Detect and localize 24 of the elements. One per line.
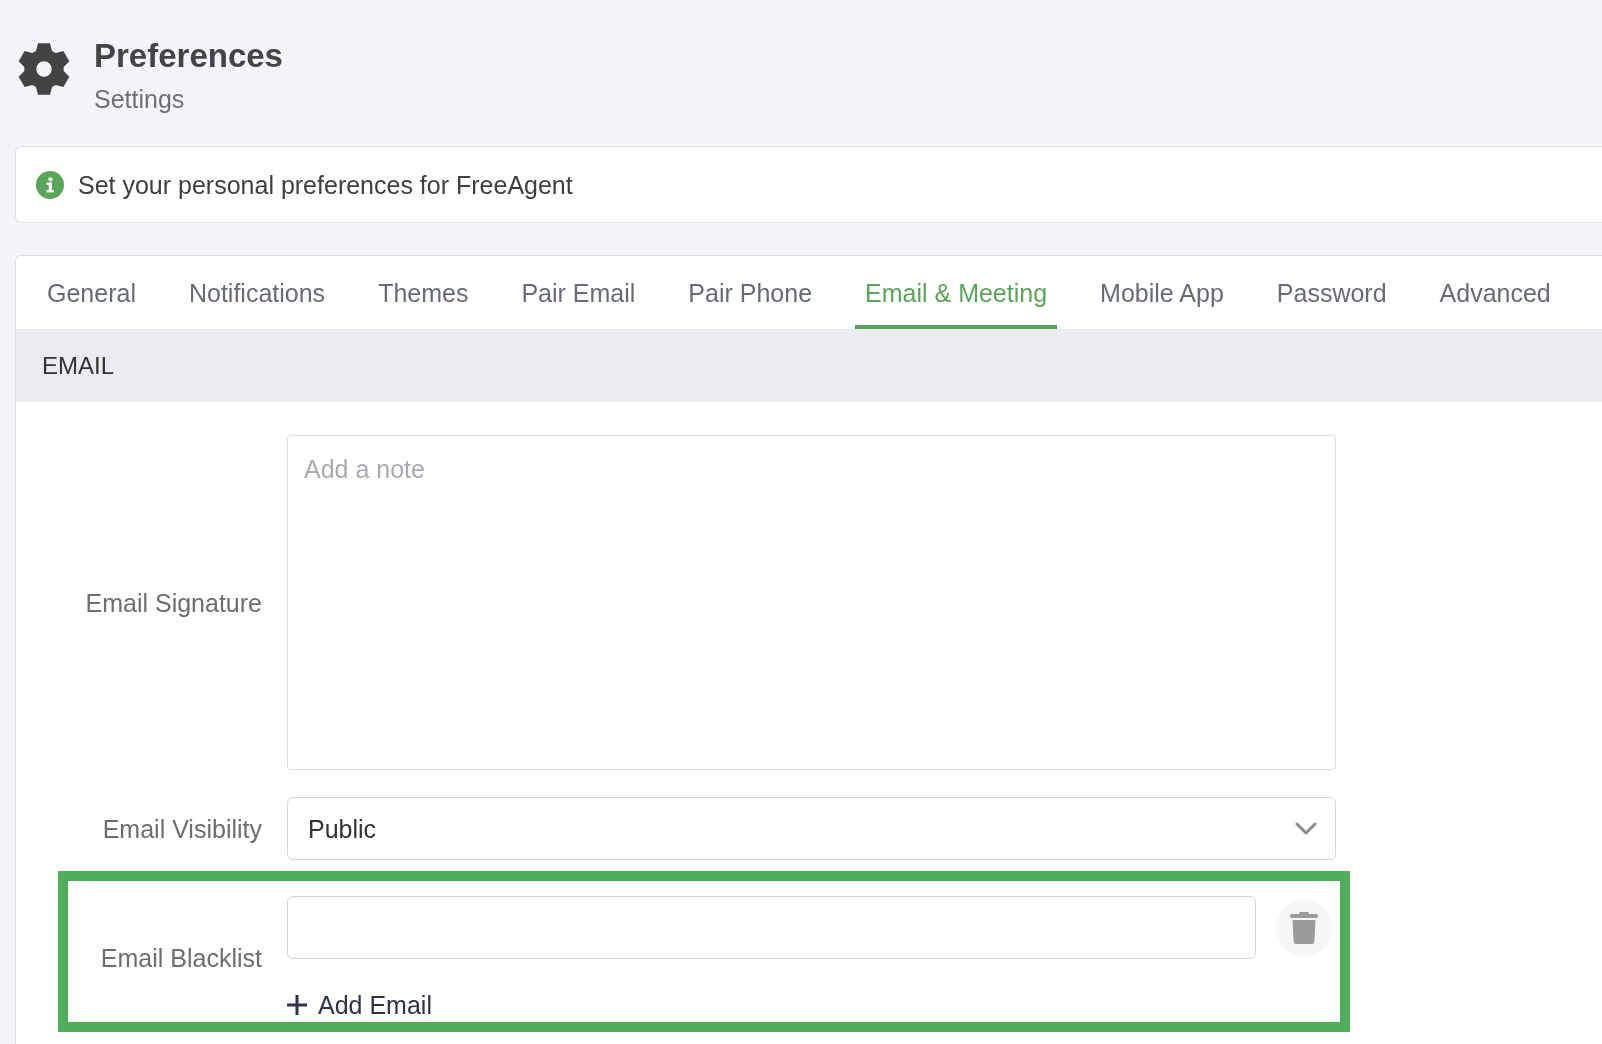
field-label: Email Blacklist (99, 943, 262, 973)
info-icon (36, 170, 64, 199)
email-input[interactable] (287, 896, 1256, 959)
email-signature-field[interactable]: Add a note (287, 435, 1336, 770)
tab[interactable]: Advanced (1429, 256, 1561, 329)
page-title: Preferences (94, 36, 283, 76)
tab[interactable]: Pair Email (511, 256, 646, 329)
tab[interactable]: Notifications (178, 256, 336, 329)
plus-icon (287, 995, 307, 1015)
tab[interactable]: Mobile App (1090, 256, 1234, 329)
tab[interactable]: General (37, 256, 146, 329)
trash-icon (1290, 911, 1318, 944)
info-text: Set your personal preferences for FreeAgent (78, 169, 573, 200)
tab[interactable]: Pair Phone (678, 256, 823, 329)
section-title: EMAIL (42, 350, 115, 381)
tab[interactable]: Password (1266, 256, 1397, 329)
visibility-dropdown[interactable]: Public (287, 797, 1336, 860)
settings-icon (17, 41, 71, 97)
field-label: Email Signature (84, 587, 262, 618)
add-email-button[interactable]: Add Email (287, 990, 432, 1020)
tab[interactable]: Themes (368, 256, 479, 329)
chevron-down-icon (1295, 821, 1317, 836)
field-label: Email Visibility (101, 813, 262, 844)
page-subtitle: Settings (94, 84, 186, 114)
